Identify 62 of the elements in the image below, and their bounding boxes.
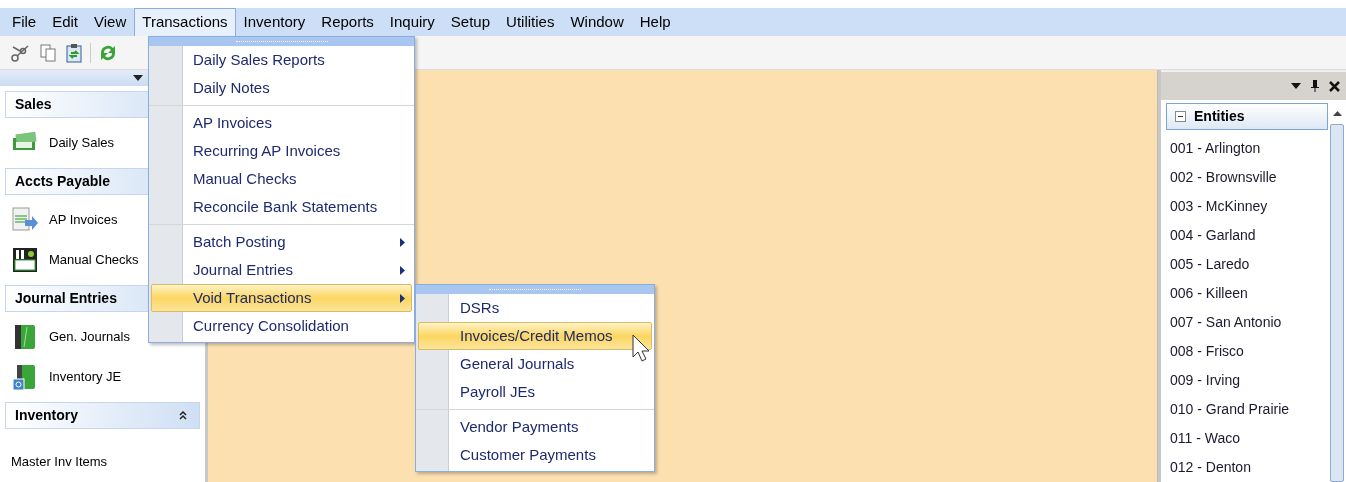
list-item[interactable]: 011 - Waco (1170, 424, 1328, 453)
menu-item[interactable]: File (4, 8, 45, 36)
submenu-arrow-icon (400, 265, 405, 275)
menu-item[interactable]: DSRs (418, 294, 652, 322)
menu-item[interactable]: Inventory (235, 8, 314, 36)
section-header[interactable]: Inventory (5, 402, 200, 429)
section-title: Sales (15, 95, 52, 114)
list-item[interactable]: 002 - Brownsville (1170, 163, 1328, 192)
collapse-icon[interactable] (1175, 111, 1186, 122)
dropdown-icon[interactable] (133, 75, 143, 81)
menu-item[interactable]: Daily Sales Reports (151, 46, 412, 74)
list-item[interactable]: 012 - Denton (1170, 453, 1328, 482)
sidebar-item[interactable]: Inventory JE (0, 357, 205, 397)
scroll-up-icon[interactable] (1332, 111, 1342, 116)
group-title: Entities (1194, 107, 1245, 126)
menu-item[interactable]: Customer Payments (418, 441, 652, 469)
list-item[interactable]: 005 - Laredo (1170, 250, 1328, 279)
menu-item[interactable]: Window (562, 8, 632, 36)
menu-item[interactable]: Utilities (498, 8, 563, 36)
submenu-arrow-icon (400, 293, 405, 303)
mouse-pointer-icon (632, 334, 649, 364)
list-item[interactable]: 003 - McKinney (1170, 192, 1328, 221)
menu-item[interactable]: View (86, 8, 135, 36)
collapse-icon[interactable] (179, 411, 187, 420)
menu-item[interactable]: Help (631, 8, 679, 36)
submenu-arrow-icon (400, 237, 405, 247)
paste-icon[interactable] (64, 42, 84, 63)
list-item[interactable]: 007 - San Antonio (1170, 308, 1328, 337)
menu-item[interactable]: Inquiry (381, 8, 443, 36)
menu-item[interactable]: Invoices/Credit Memos (418, 322, 652, 350)
close-icon[interactable] (1329, 80, 1340, 92)
group-header[interactable]: Entities (1166, 103, 1328, 130)
menu-item[interactable]: Transactions (134, 8, 236, 36)
menu-item[interactable]: General Journals (418, 350, 652, 378)
copy-icon[interactable] (38, 42, 58, 63)
register-icon (11, 246, 39, 274)
list-item[interactable]: 001 - Arlington (1170, 134, 1328, 163)
menu-item[interactable]: Currency Consolidation (151, 312, 412, 340)
pin-icon[interactable] (1311, 80, 1319, 92)
section-title: Journal Entries (15, 289, 117, 308)
menu-item[interactable]: Edit (44, 8, 87, 36)
list-item[interactable]: 009 - Irving (1170, 366, 1328, 395)
list-item[interactable]: 004 - Garland (1170, 221, 1328, 250)
menu-item[interactable]: Vendor Payments (418, 413, 652, 441)
menu-item[interactable]: Recurring AP Invoices (151, 137, 412, 165)
menu-item[interactable]: Void Transactions (151, 284, 412, 312)
menu-item[interactable]: Setup (442, 8, 499, 36)
list-item[interactable]: 010 - Grand Prairie (1170, 395, 1328, 424)
document-arrow-icon (11, 206, 39, 234)
menu-item[interactable]: Batch Posting (151, 228, 412, 256)
menu-item[interactable]: Payroll JEs (418, 378, 652, 406)
list-item[interactable]: 006 - Killeen (1170, 279, 1328, 308)
drag-handle[interactable] (235, 40, 328, 43)
drag-handle[interactable] (489, 288, 581, 291)
section-title: Inventory (15, 406, 78, 425)
section-title: Accts Payable (15, 172, 110, 191)
menu-item[interactable]: Reconcile Bank Statements (151, 193, 412, 221)
menu-item[interactable]: Journal Entries (151, 256, 412, 284)
sidebar-item[interactable]: Master Inv Items (0, 434, 205, 482)
menu-item[interactable]: Reports (313, 8, 382, 36)
list-item[interactable]: 008 - Frisco (1170, 337, 1328, 366)
dropdown-icon[interactable] (1291, 83, 1301, 89)
